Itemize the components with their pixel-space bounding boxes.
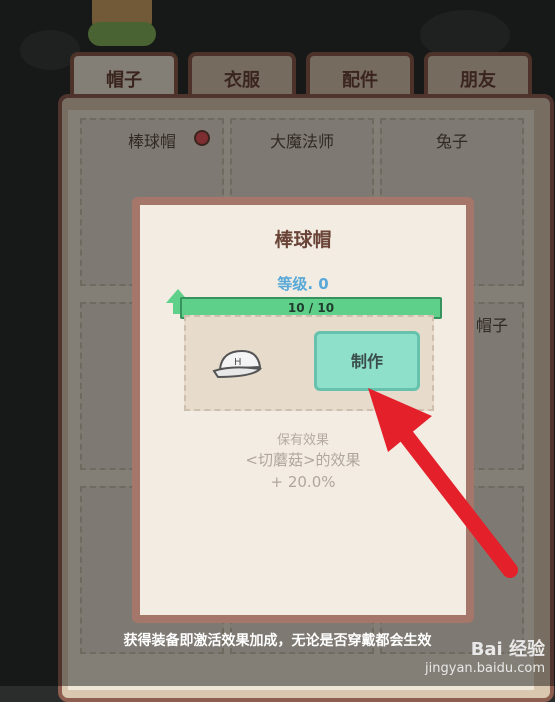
watermark: Bai 经验 jingyan.baidu.com xyxy=(425,635,545,676)
baseball-cap-icon: H xyxy=(212,349,263,379)
watermark-url: jingyan.baidu.com xyxy=(425,661,545,676)
red-arrow-icon xyxy=(368,388,518,578)
modal-title: 棒球帽 xyxy=(274,229,332,251)
watermark-brand: Bai 经验 xyxy=(470,639,545,660)
svg-text:H: H xyxy=(234,357,242,368)
progress-text: 10 / 10 xyxy=(287,301,335,315)
